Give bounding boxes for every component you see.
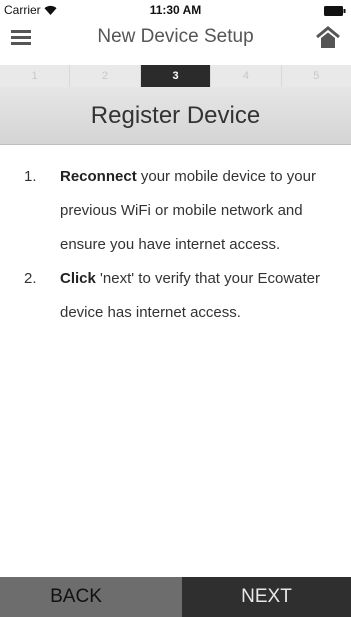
status-time: 11:30 AM xyxy=(149,3,202,17)
instruction-text: Click 'next' to verify that your Ecowate… xyxy=(60,262,336,330)
step-4: 4 xyxy=(211,65,282,87)
battery-icon xyxy=(324,5,346,16)
instruction-body: 'next' to verify that your Ecowater devi… xyxy=(60,270,321,321)
step-5: 5 xyxy=(313,70,320,82)
status-bar: Carrier 11:30 AM xyxy=(0,0,351,20)
instruction-emphasis: Click xyxy=(60,270,96,287)
footer-navigation: BACK NEXT xyxy=(0,577,351,617)
instruction-list: 1. Reconnect your mobile device to your … xyxy=(24,160,336,330)
step-3-active: 3 xyxy=(140,65,212,87)
navigation-bar: New Device Setup xyxy=(0,20,351,60)
instruction-item: 2. Click 'next' to verify that your Ecow… xyxy=(24,262,336,330)
instruction-number: 1. xyxy=(24,168,37,185)
page-title: New Device Setup xyxy=(97,26,254,47)
instruction-emphasis: Reconnect xyxy=(60,168,137,185)
step-progress-bar: 1 2 3 4 5 xyxy=(0,65,351,87)
instruction-text: Reconnect your mobile device to your pre… xyxy=(60,160,336,262)
section-title: Register Device xyxy=(0,87,351,145)
step-2: 2 xyxy=(70,65,141,87)
back-button-label: BACK xyxy=(50,586,102,607)
app-screen: Carrier 11:30 AM New Device Setup 1 2 3 … xyxy=(0,0,351,617)
next-button[interactable]: NEXT xyxy=(182,577,351,617)
instruction-item: 1. Reconnect your mobile device to your … xyxy=(24,160,336,262)
back-button[interactable]: BACK xyxy=(0,577,182,617)
instruction-number: 2. xyxy=(24,270,37,287)
step-1: 1 xyxy=(0,65,71,87)
home-icon[interactable] xyxy=(315,26,341,50)
